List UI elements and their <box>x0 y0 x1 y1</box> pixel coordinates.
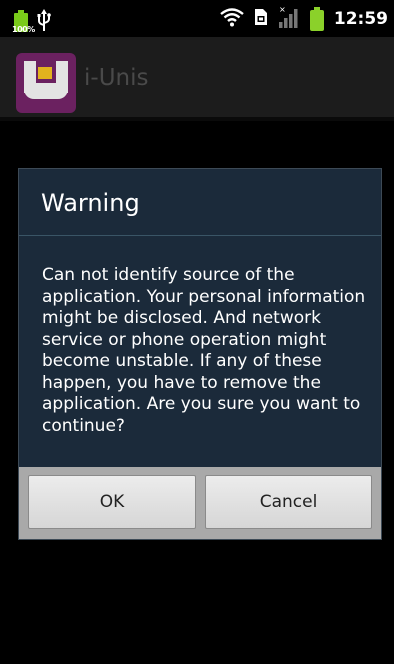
status-bar-left: 100% <box>12 6 52 34</box>
wifi-icon <box>220 7 244 31</box>
battery-icon <box>309 7 324 31</box>
ok-button[interactable]: OK <box>28 475 196 529</box>
app-title-bar: i-Unis <box>0 37 394 117</box>
sim-card-icon <box>254 8 268 30</box>
usb-icon <box>36 8 52 32</box>
dialog-message: Can not identify source of the applicati… <box>42 265 366 436</box>
app-title: i-Unis <box>84 65 149 91</box>
battery-percent-label: 100% <box>12 25 35 34</box>
svg-text:×: × <box>279 5 286 14</box>
status-bar: 100% × 12:59 <box>0 0 394 37</box>
clock: 12:59 <box>333 9 388 29</box>
warning-dialog: Warning Can not identify source of the a… <box>18 168 382 540</box>
dialog-divider <box>19 235 381 236</box>
battery-percent-icon: 100% <box>12 10 35 34</box>
app-icon <box>16 53 76 113</box>
status-bar-right: × 12:59 <box>220 5 388 33</box>
dialog-title: Warning <box>41 189 140 217</box>
dialog-button-bar: OK Cancel <box>19 467 381 539</box>
title-bar-shadow <box>0 117 394 121</box>
signal-icon: × <box>278 5 300 33</box>
cancel-button[interactable]: Cancel <box>205 475 372 529</box>
